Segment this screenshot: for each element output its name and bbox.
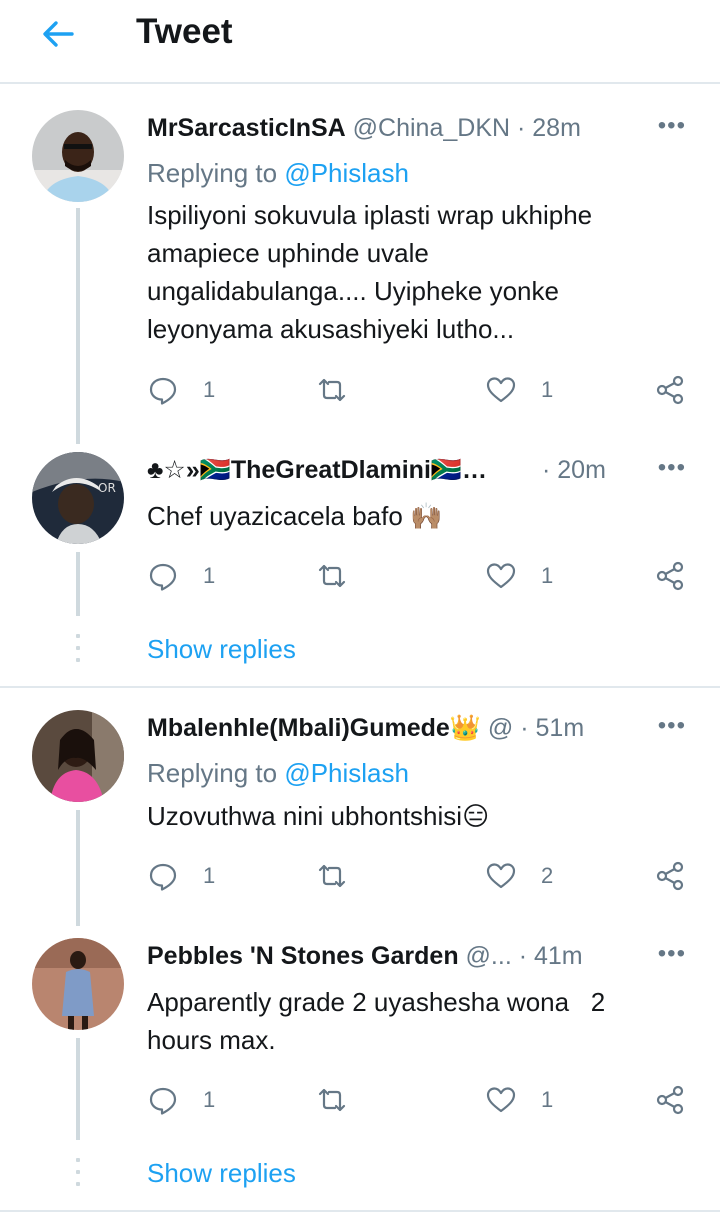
text-line: Ispiliyoni sokuvula iplasti wrap ukhiphe — [147, 200, 593, 230]
display-name[interactable]: Mbalenhle(Mbali)Gumede👑 — [147, 714, 481, 742]
reply-button[interactable]: 1 — [147, 1080, 215, 1120]
more-icon[interactable]: ••• — [658, 112, 686, 140]
reply-count: 1 — [203, 863, 216, 888]
reply-count: 1 — [203, 563, 216, 588]
tweet-header: Mbalenhle(Mbali)Gumede👑 @ · 51m — [147, 712, 698, 744]
reply-icon — [149, 377, 177, 405]
timestamp: · 20m — [542, 456, 606, 484]
share-icon — [656, 861, 684, 891]
user-handle[interactable]: @ — [488, 714, 513, 742]
more-icon[interactable]: ••• — [658, 712, 686, 740]
reply-count: 1 — [203, 1087, 216, 1112]
share-icon — [656, 1085, 684, 1115]
display-name[interactable]: ♣☆»🇿🇦TheGreatDlamini🇿🇦… — [147, 456, 487, 484]
text-line: Uzovuthwa nini ubhontshisi😑 — [147, 801, 490, 831]
reply-button[interactable]: 1 — [147, 370, 215, 410]
share-icon — [656, 375, 684, 405]
tweet-time-wrap: · 20m — [542, 454, 606, 486]
action-bar: 1 2 — [0, 856, 720, 896]
share-button[interactable] — [654, 556, 686, 596]
timestamp: · 41m — [518, 942, 583, 970]
tweet-text: Chef uyazicacela bafo 🙌🏽 — [147, 497, 687, 535]
reply-icon — [149, 863, 177, 891]
like-icon — [486, 563, 516, 589]
tweet-header: ♣☆»🇿🇦TheGreatDlamini🇿🇦… — [147, 454, 570, 486]
text-line: leyonyama akusashiyeki lutho... — [147, 314, 515, 344]
show-replies-link[interactable]: Show replies — [147, 1158, 296, 1189]
top-bar: Tweet — [0, 0, 720, 84]
retweet-icon — [318, 564, 346, 588]
tweet-text: Ispiliyoni sokuvula iplasti wrap ukhiphe… — [147, 196, 687, 348]
user-handle[interactable]: @... — [466, 942, 512, 970]
display-name[interactable]: Pebbles 'N Stones Garden — [147, 942, 459, 970]
avatar[interactable] — [32, 710, 124, 802]
reply-icon — [149, 1087, 177, 1115]
text-line: Chef uyazicacela bafo 🙌🏽 — [147, 501, 443, 531]
tweet-header: Pebbles 'N Stones Garden @... · 41m — [147, 940, 698, 972]
avatar[interactable]: OR — [32, 452, 124, 544]
reply-count: 1 — [203, 377, 216, 402]
retweet-icon — [318, 378, 346, 402]
like-count: 1 — [541, 1087, 554, 1112]
action-bar: 1 1 — [0, 370, 720, 410]
timestamp: · 51m — [520, 714, 585, 742]
thread-dots — [76, 1158, 80, 1194]
reply-icon — [149, 563, 177, 591]
show-replies-link[interactable]: Show replies — [147, 634, 296, 665]
like-button[interactable]: 1 — [485, 1080, 553, 1120]
share-icon — [656, 561, 684, 591]
svg-text:OR: OR — [98, 481, 116, 495]
text-line: amapiece uphinde uvale — [147, 238, 429, 268]
replying-to-label: Replying to — [147, 758, 278, 788]
section-divider — [0, 1210, 720, 1212]
tweet-header: MrSarcasticInSA @China_DKN · 28m — [147, 112, 698, 144]
text-line: ungalidabulanga.... Uyipheke yonke — [147, 276, 559, 306]
retweet-button[interactable] — [316, 556, 348, 596]
like-button[interactable]: 1 — [485, 556, 553, 596]
text-line: hours max. — [147, 1025, 276, 1055]
retweet-button[interactable] — [316, 370, 348, 410]
avatar[interactable] — [32, 938, 124, 1030]
retweet-button[interactable] — [316, 1080, 348, 1120]
like-button[interactable]: 2 — [485, 856, 553, 896]
share-button[interactable] — [654, 1080, 686, 1120]
more-icon[interactable]: ••• — [658, 454, 686, 482]
user-handle[interactable]: @China_DKN — [353, 114, 510, 142]
like-icon — [486, 863, 516, 889]
display-name[interactable]: MrSarcasticInSA — [147, 114, 346, 142]
replying-to-label: Replying to — [147, 158, 278, 188]
share-button[interactable] — [654, 370, 686, 410]
action-bar: 1 1 — [0, 1080, 720, 1120]
replying-to: Replying to @Phislash — [147, 158, 409, 189]
back-arrow-icon[interactable] — [38, 16, 78, 52]
tweet-text: Uzovuthwa nini ubhontshisi😑 — [147, 797, 687, 835]
retweet-icon — [318, 1088, 346, 1112]
reply-button[interactable]: 1 — [147, 856, 215, 896]
like-count: 1 — [541, 377, 554, 402]
share-button[interactable] — [654, 856, 686, 896]
like-count: 2 — [541, 863, 554, 888]
page-title: Tweet — [136, 12, 233, 51]
action-bar: 1 1 — [0, 556, 720, 596]
timestamp: · 28m — [517, 114, 581, 142]
avatar[interactable] — [32, 110, 124, 202]
mention-link[interactable]: @Phislash — [284, 758, 409, 788]
tweet-text: Apparently grade 2 uyashesha wona 2 hour… — [147, 983, 687, 1059]
retweet-button[interactable] — [316, 856, 348, 896]
retweet-icon — [318, 864, 346, 888]
more-icon[interactable]: ••• — [658, 940, 686, 968]
thread-dots — [76, 634, 80, 670]
like-icon — [486, 1087, 516, 1113]
like-count: 1 — [541, 563, 554, 588]
reply-button[interactable]: 1 — [147, 556, 215, 596]
like-icon — [486, 377, 516, 403]
section-divider — [0, 686, 720, 688]
text-line: Apparently grade 2 uyashesha wona 2 — [147, 987, 606, 1017]
mention-link[interactable]: @Phislash — [284, 158, 409, 188]
replying-to: Replying to @Phislash — [147, 758, 409, 789]
like-button[interactable]: 1 — [485, 370, 553, 410]
